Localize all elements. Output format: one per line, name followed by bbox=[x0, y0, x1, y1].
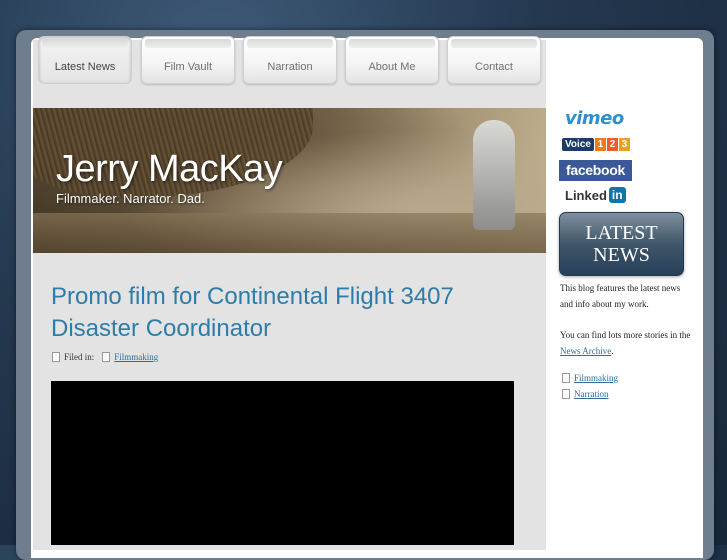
voice123-digit: 2 bbox=[606, 138, 618, 151]
list-item: Narration bbox=[562, 386, 618, 402]
site-tagline: Filmmaker. Narrator. Dad. bbox=[56, 191, 205, 206]
archive-prefix: You can find lots more stories in the bbox=[560, 330, 691, 340]
voice123-word: Voice bbox=[562, 138, 594, 151]
vimeo-logo-link[interactable]: vimeo bbox=[565, 108, 624, 129]
archive-suffix: . bbox=[611, 346, 614, 356]
site-title[interactable]: Jerry MacKay bbox=[56, 148, 283, 191]
latest-news-button[interactable]: LATEST NEWS bbox=[559, 212, 684, 276]
nav-tab-narration[interactable]: Narration bbox=[243, 36, 337, 84]
main-nav: Latest News Film Vault Narration About M… bbox=[38, 36, 544, 84]
voice123-logo-link[interactable]: Voice 1 2 3 bbox=[562, 137, 630, 152]
facebook-logo-link[interactable]: facebook bbox=[559, 160, 632, 181]
sidebar-blurb: This blog features the latest news and i… bbox=[560, 283, 681, 309]
linkedin-in-badge: in bbox=[608, 187, 626, 203]
document-icon bbox=[102, 352, 111, 362]
latest-news-button-line2: NEWS bbox=[593, 244, 650, 266]
document-icon bbox=[562, 389, 570, 399]
nav-tab-film-vault[interactable]: Film Vault bbox=[141, 36, 235, 84]
post-title[interactable]: Promo film for Continental Flight 3407 D… bbox=[51, 281, 491, 345]
category-link-filmmaking[interactable]: Filmmaking bbox=[114, 352, 158, 362]
banner-filmmaker-figure bbox=[473, 120, 515, 230]
linkedin-logo-link[interactable]: Linked in bbox=[565, 187, 626, 203]
voice123-digit: 3 bbox=[618, 138, 630, 151]
list-item: Filmmaking bbox=[562, 370, 618, 386]
sidebar-category-filmmaking[interactable]: Filmmaking bbox=[574, 370, 618, 386]
sidebar-archive-text: You can find lots more stories in the Ne… bbox=[560, 327, 695, 359]
banner-ground bbox=[33, 213, 546, 253]
post-filed-in: Filed in: Filmmaking bbox=[52, 352, 158, 362]
nav-tab-latest-news[interactable]: Latest News bbox=[38, 36, 132, 84]
document-icon bbox=[562, 373, 570, 383]
news-archive-link[interactable]: News Archive bbox=[560, 346, 611, 356]
latest-news-button-line1: LATEST bbox=[585, 222, 658, 244]
sidebar-category-list: Filmmaking Narration bbox=[562, 370, 618, 402]
voice123-digit: 1 bbox=[594, 138, 606, 151]
nav-tab-contact[interactable]: Contact bbox=[447, 36, 541, 84]
filed-in-label: Filed in: bbox=[64, 352, 95, 362]
video-player[interactable] bbox=[51, 381, 514, 545]
nav-tab-about-me[interactable]: About Me bbox=[345, 36, 439, 84]
linkedin-word: Linked bbox=[565, 187, 607, 203]
document-icon bbox=[52, 352, 60, 362]
sidebar-category-narration[interactable]: Narration bbox=[574, 386, 608, 402]
